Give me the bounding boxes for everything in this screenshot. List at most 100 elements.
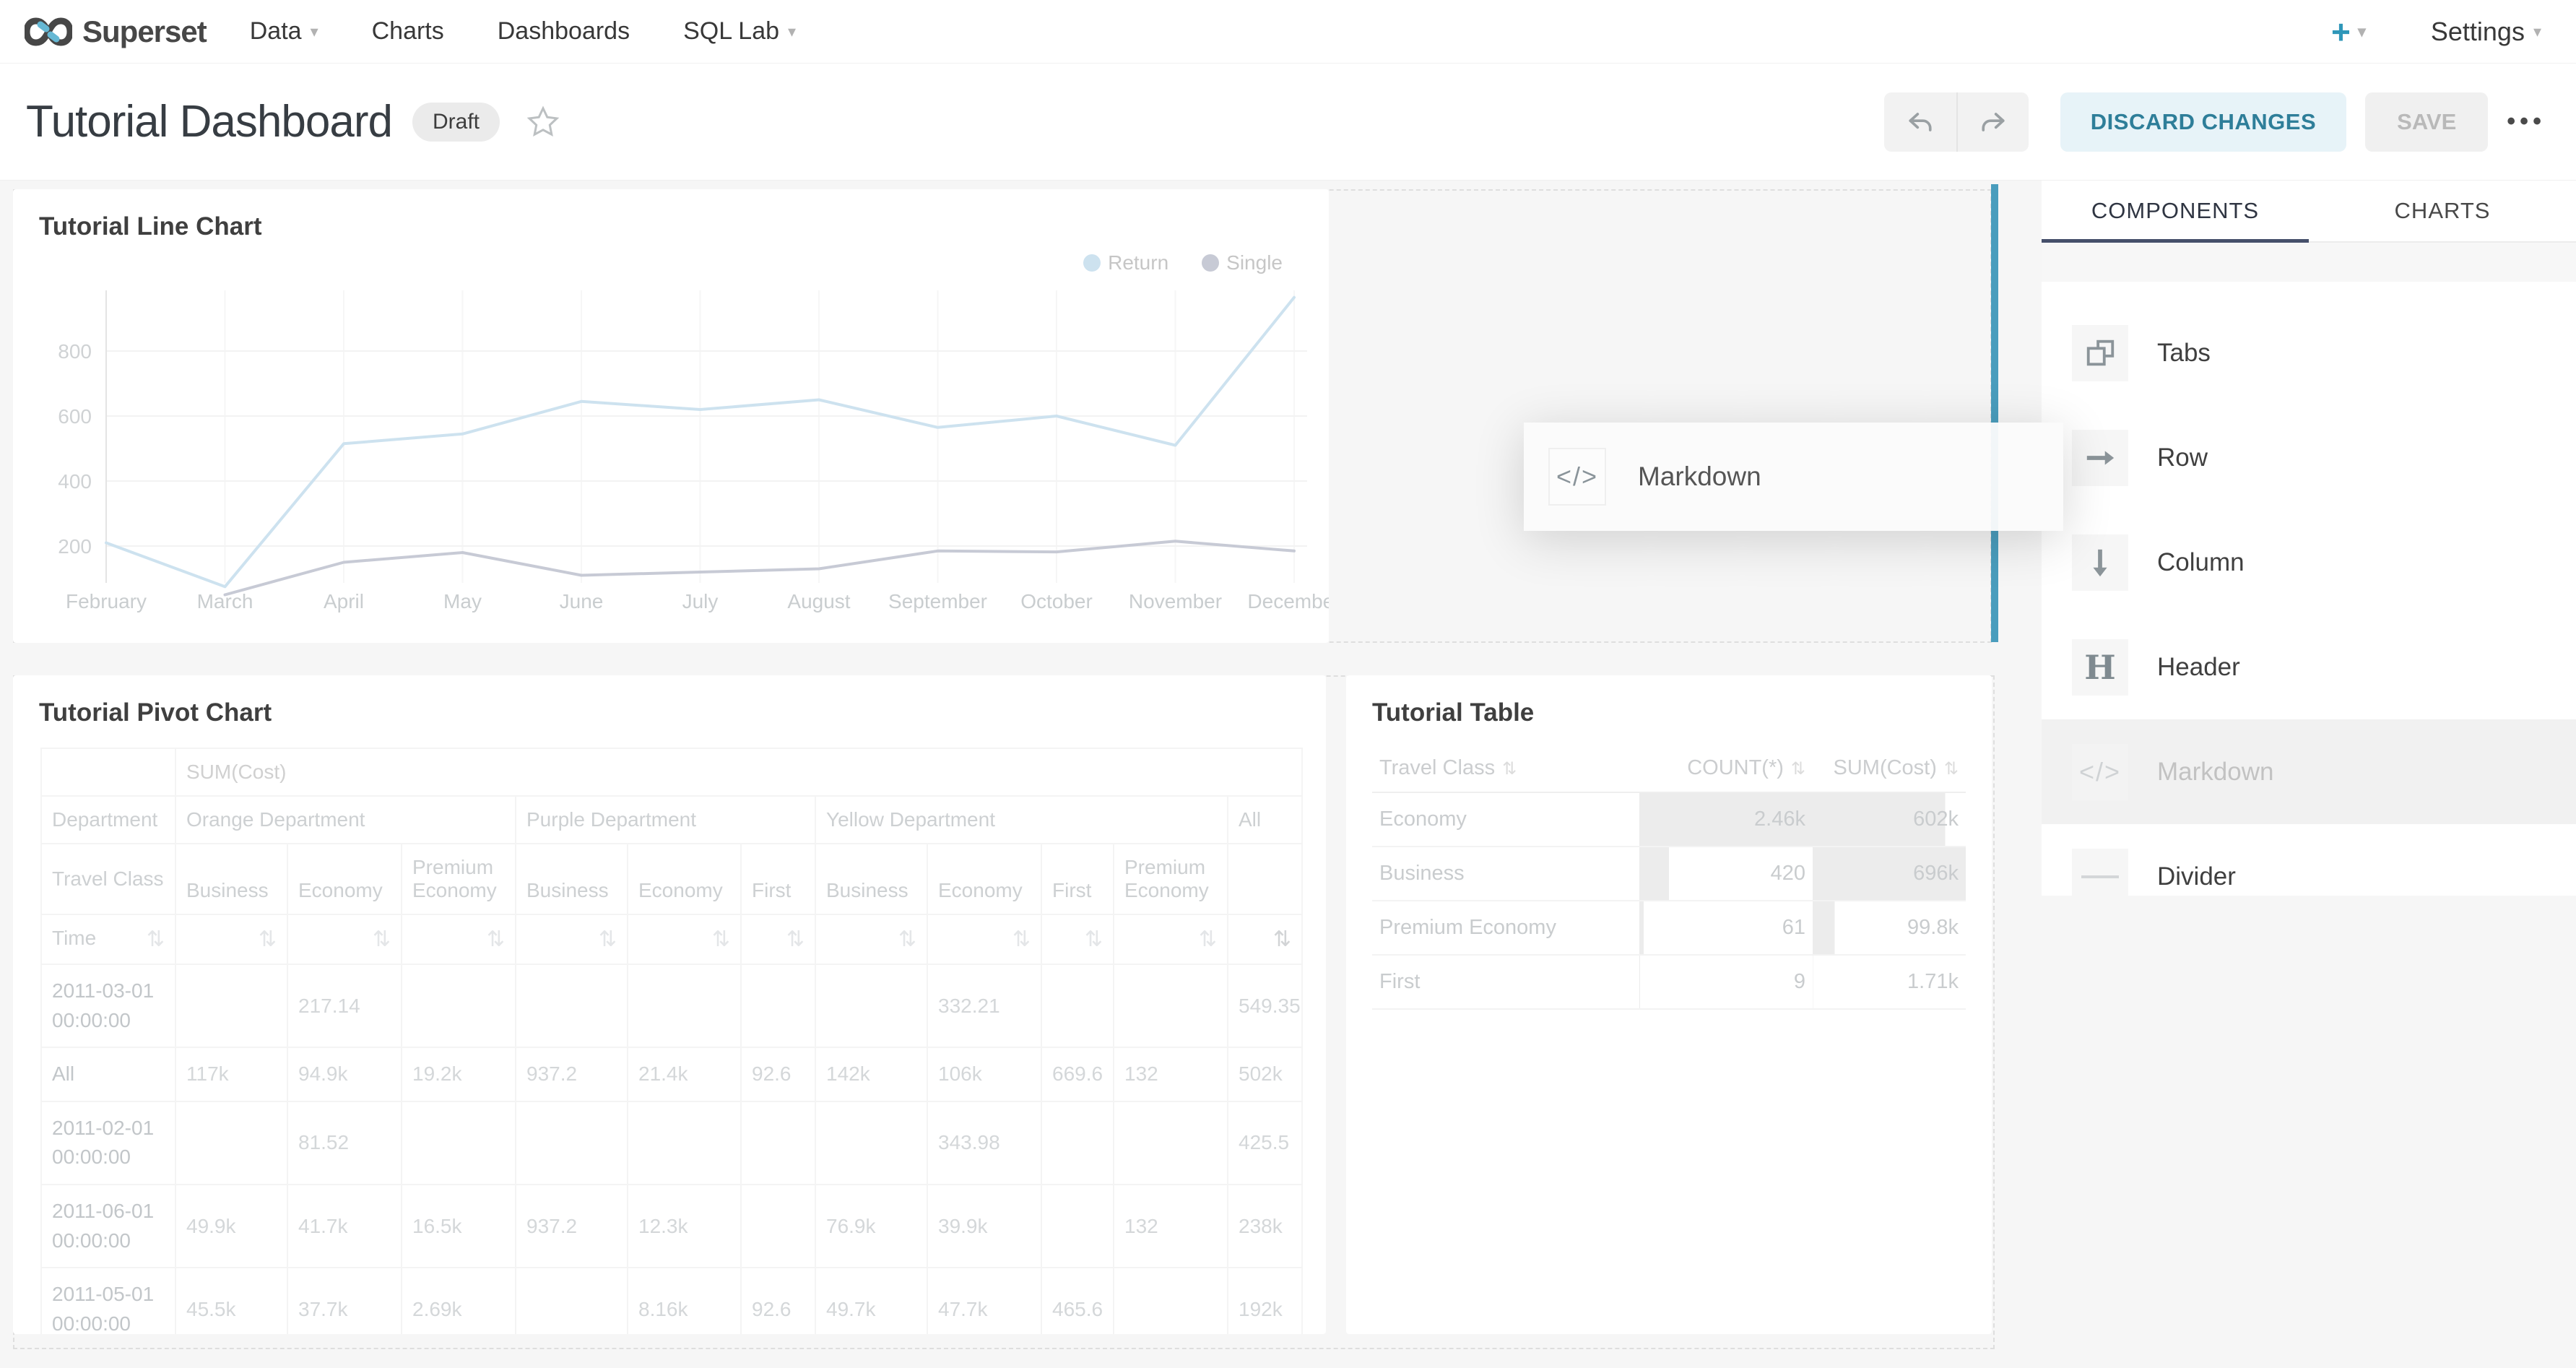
drag-ghost-markdown[interactable]: </> Markdown (1524, 423, 2063, 531)
navbar: Superset Data▾ Charts Dashboards SQL Lab▾ +… (0, 0, 2576, 64)
pivot-cell: 2.69k (402, 1268, 516, 1334)
pivot-department: Purple Department (516, 796, 815, 844)
table-header-0[interactable]: Travel Class⇅ (1372, 745, 1639, 792)
pivot-cell: 132 (1114, 1185, 1228, 1268)
pivot-department: Yellow Department (815, 796, 1228, 844)
sort-icon[interactable]: ⇅ (1199, 927, 1217, 952)
pivot-cell: 465.6 (1041, 1268, 1114, 1334)
legend-item-single[interactable]: Single (1202, 251, 1283, 274)
legend-dot-icon (1202, 254, 1219, 272)
pivot-cell (741, 964, 815, 1047)
pivot-row: 2011-06-01 00:00:0049.9k41.7k16.5k937.21… (41, 1185, 1302, 1268)
svg-text:400: 400 (58, 470, 92, 493)
sort-icon[interactable]: ⇅ (786, 927, 805, 952)
table-cell-class: Economy (1372, 792, 1639, 847)
pivot-all-label: All (1228, 796, 1302, 844)
sort-icon[interactable]: ⇅ (1012, 927, 1031, 952)
table-header-2[interactable]: SUM(Cost)⇅ (1813, 745, 1966, 792)
dashboard-title[interactable]: Tutorial Dashboard (26, 96, 392, 147)
sidebar-item-label: Tabs (2157, 339, 2211, 368)
pivot-row: All117k94.9k19.2k937.221.4k92.6142k106k6… (41, 1047, 1302, 1101)
pivot-cell (741, 1185, 815, 1268)
pivot-class: Business (516, 844, 628, 914)
pivot-department-row: DepartmentOrange DepartmentPurple Depart… (41, 796, 1302, 844)
settings-menu[interactable]: Settings ▾ (2431, 17, 2541, 47)
tables-row[interactable]: Tutorial Pivot Chart SUM(Cost)Department… (13, 675, 1995, 1349)
pivot-cell: 81.52 (287, 1101, 402, 1185)
pivot-cell: 425.5 (1228, 1101, 1302, 1185)
table-chart-card[interactable]: Tutorial Table Travel Class⇅COUNT(*)⇅SUM… (1346, 675, 1992, 1334)
table-cell-count: 9 (1639, 955, 1813, 1009)
more-options-icon[interactable]: ••• (2507, 108, 2546, 136)
sort-icon[interactable]: ⇅ (487, 927, 505, 952)
pivot-cell: 76.9k (815, 1185, 927, 1268)
table-header-1[interactable]: COUNT(*)⇅ (1639, 745, 1813, 792)
table-row: Premium Economy6199.8k (1372, 901, 1966, 955)
tab-charts[interactable]: CHARTS (2309, 181, 2576, 241)
undo-redo-group (1884, 92, 2029, 152)
sidebar-item-header[interactable]: HHeader (2042, 615, 2576, 719)
pivot-cell (516, 964, 628, 1047)
svg-text:November: November (1129, 590, 1222, 612)
svg-text:April: April (324, 590, 364, 612)
pivot-cell (815, 964, 927, 1047)
markdown-code-icon: </> (1556, 462, 1598, 492)
sidebar-item-tabs[interactable]: Tabs (2042, 300, 2576, 405)
svg-text:600: 600 (58, 405, 92, 428)
pivot-cell: 21.4k (628, 1047, 741, 1101)
sort-icon-active[interactable]: ⇅ (1273, 927, 1291, 952)
legend-item-return[interactable]: Return (1083, 251, 1168, 274)
sort-icon[interactable]: ⇅ (147, 927, 165, 952)
discard-changes-button[interactable]: DISCARD CHANGES (2060, 92, 2346, 152)
pivot-class: Economy (628, 844, 741, 914)
nav-item-sql-lab[interactable]: SQL Lab▾ (683, 17, 796, 46)
table-cell-class: First (1372, 955, 1639, 1009)
undo-button[interactable] (1884, 92, 1956, 152)
line-chart-card[interactable]: Tutorial Line Chart 200400600800February… (13, 189, 1329, 643)
sort-icon[interactable]: ⇅ (1085, 927, 1103, 952)
pivot-cell (815, 1101, 927, 1185)
pivot-cell (1114, 1101, 1228, 1185)
sort-icon[interactable]: ⇅ (373, 927, 391, 952)
table-cell-sum: 99.8k (1813, 901, 1966, 955)
sort-icon[interactable]: ⇅ (259, 927, 277, 952)
table-cell-count: 2.46k (1639, 792, 1813, 847)
pivot-cell: 217.14 (287, 964, 402, 1047)
sort-icon[interactable]: ⇅ (898, 927, 916, 952)
column-arrow-icon-box (2072, 534, 2128, 591)
nav-item-data[interactable]: Data▾ (250, 17, 318, 46)
pivot-cell (175, 1101, 287, 1185)
pivot-chart-card[interactable]: Tutorial Pivot Chart SUM(Cost)Department… (13, 675, 1326, 1334)
svg-text:December: December (1247, 590, 1329, 612)
main-nav: Data▾ Charts Dashboards SQL Lab▾ (250, 17, 796, 46)
sidebar-item-column[interactable]: Column (2042, 510, 2576, 615)
chart-row[interactable]: Tutorial Line Chart 200400600800February… (13, 189, 1992, 643)
nav-item-charts[interactable]: Charts (372, 17, 444, 46)
table-cell-sum: 696k (1813, 847, 1966, 901)
drop-indicator (1991, 184, 1998, 642)
pivot-cell (1041, 1185, 1114, 1268)
pivot-cell: 343.98 (927, 1101, 1041, 1185)
pivot-metric-row: SUM(Cost) (41, 748, 1302, 796)
pivot-row-time: 2011-06-01 00:00:00 (41, 1185, 175, 1268)
pivot-cell (1114, 1268, 1228, 1334)
sort-icon[interactable]: ⇅ (599, 927, 617, 952)
pivot-row-time: 2011-05-01 00:00:00 (41, 1268, 175, 1334)
redo-button[interactable] (1956, 92, 2029, 152)
new-button[interactable]: + ▾ (2331, 12, 2366, 51)
superset-logo[interactable]: Superset (25, 14, 207, 49)
sidebar-item-row[interactable]: Row (2042, 405, 2576, 510)
nav-item-dashboards[interactable]: Dashboards (498, 17, 630, 46)
sidebar-item-markdown[interactable]: </>Markdown (2042, 719, 2576, 824)
plus-icon: + (2331, 12, 2351, 51)
chevron-down-icon: ▾ (2358, 22, 2366, 41)
svg-text:October: October (1020, 590, 1093, 612)
favorite-star-icon[interactable] (526, 105, 560, 139)
pivot-row: 2011-05-01 00:00:0045.5k37.7k2.69k8.16k9… (41, 1268, 1302, 1334)
sort-icon[interactable]: ⇅ (712, 927, 730, 952)
pivot-cell: 49.7k (815, 1268, 927, 1334)
tab-components[interactable]: COMPONENTS (2042, 181, 2309, 241)
table-row: Economy2.46k602k (1372, 792, 1966, 847)
save-button[interactable]: SAVE (2365, 92, 2488, 152)
svg-text:February: February (66, 590, 147, 612)
